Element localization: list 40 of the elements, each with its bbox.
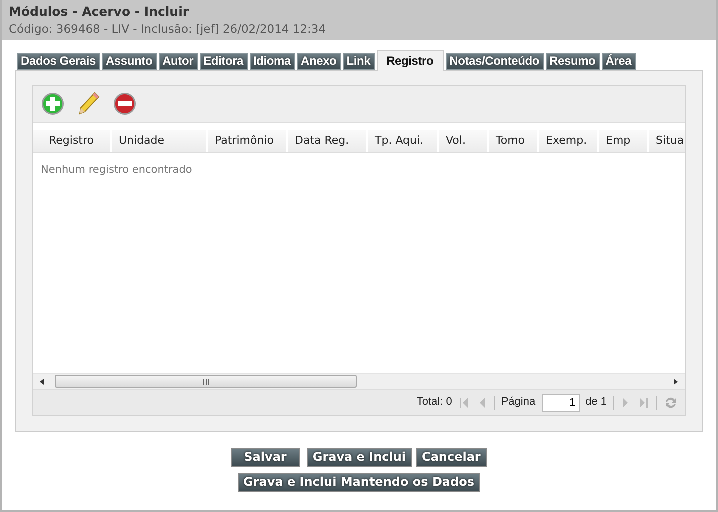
column-header[interactable]: Vol. — [439, 130, 489, 152]
remove-icon[interactable] — [113, 92, 137, 116]
column-header[interactable]: Registro — [33, 130, 112, 152]
column-header[interactable]: Data Reg. — [288, 130, 368, 152]
record-info: Código: 369468 - LIV - Inclusão: [jef] 26/02/2014 12:34 — [9, 21, 328, 38]
first-page-icon[interactable] — [458, 396, 470, 408]
tab[interactable]: Link — [342, 53, 375, 70]
action-button[interactable]: Salvar — [231, 448, 300, 467]
grip-icon — [202, 378, 210, 384]
tab[interactable]: Área — [602, 53, 636, 70]
add-icon[interactable] — [41, 92, 65, 116]
pencil-icon[interactable] — [77, 91, 101, 117]
page-field[interactable]: 1 — [542, 394, 580, 412]
tab[interactable]: Idioma — [250, 53, 296, 70]
action-button[interactable]: Grava e Inclui Mantendo os Dados — [238, 473, 480, 492]
column-header[interactable]: Exemp. — [539, 130, 599, 152]
column-header[interactable]: Patrimônio — [208, 130, 288, 152]
column-header[interactable]: Tp. Aqui. — [368, 130, 439, 152]
tab[interactable]: Editora — [200, 53, 248, 70]
column-header[interactable]: Situa — [649, 130, 685, 152]
page-count: de 1 — [586, 395, 607, 410]
tab[interactable]: Dados Gerais — [17, 53, 100, 70]
tab[interactable]: Registro — [376, 50, 444, 71]
column-header[interactable]: Tomo — [489, 130, 539, 152]
column-header[interactable]: Unidade — [112, 130, 208, 152]
tab[interactable]: Resumo — [546, 53, 600, 70]
last-page-icon[interactable] — [638, 396, 650, 408]
horizontal-scrollbar[interactable] — [33, 373, 685, 389]
tab[interactable]: Autor — [158, 53, 198, 70]
column-header[interactable]: Emp — [599, 130, 649, 152]
tab[interactable]: Anexo — [297, 53, 341, 70]
scrollbar-thumb[interactable] — [55, 375, 357, 388]
action-button[interactable]: Grava e Inclui — [306, 448, 412, 467]
window-title: Módulos - Acervo - Incluir — [9, 4, 190, 20]
tab[interactable]: Assunto — [102, 53, 157, 70]
tab[interactable]: Notas/Conteúdo — [446, 53, 544, 70]
page-label: Página — [501, 395, 536, 410]
empty-message: Nenhum registro encontrado — [41, 163, 194, 178]
action-button[interactable]: Cancelar — [416, 448, 487, 467]
total-count: Total: 0 — [416, 395, 452, 410]
